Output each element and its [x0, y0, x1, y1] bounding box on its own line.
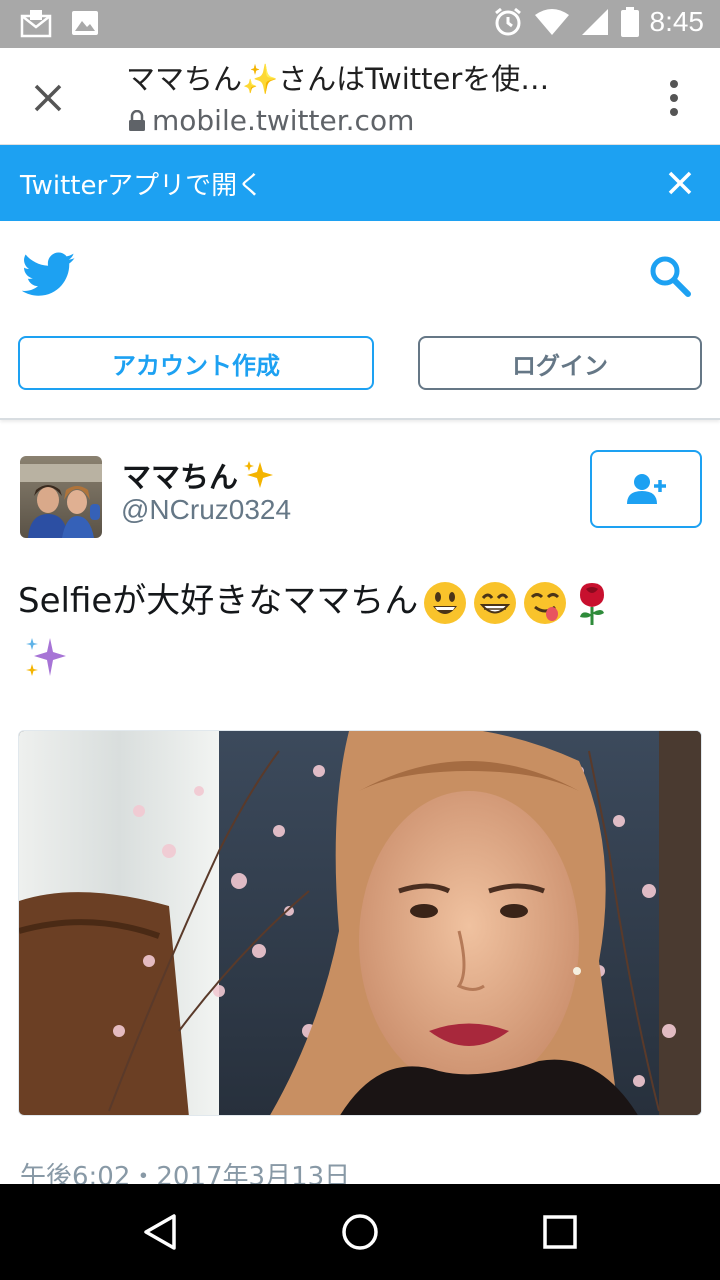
page-title: ママちん✨さんはTwitterを使…: [126, 62, 550, 96]
browser-toolbar: ママちん✨さんはTwitterを使… mobile.twitter.com: [0, 48, 720, 145]
twitter-bird-icon[interactable]: [22, 252, 76, 298]
alarm-icon: [494, 7, 521, 36]
add-user-icon: [627, 474, 666, 504]
tweet-photo[interactable]: [18, 730, 702, 1116]
more-menu-icon[interactable]: [668, 78, 680, 118]
follow-button[interactable]: [590, 450, 702, 528]
signup-button[interactable]: アカウント作成: [18, 336, 374, 390]
system-nav-bar: [0, 1184, 720, 1280]
tweet-text: Selfieが大好きなママちん: [18, 574, 708, 682]
sparkles-emoji-icon: [26, 637, 66, 676]
twitter-header: アカウント作成 ログイン: [0, 222, 720, 420]
rose-emoji-icon: [580, 582, 605, 625]
notification-mail-icon: [20, 10, 52, 38]
cell-signal-icon: [581, 9, 608, 35]
url-text: mobile.twitter.com: [152, 104, 415, 137]
status-time: 8:45: [649, 6, 705, 37]
sparkles-icon: [244, 461, 274, 488]
wifi-icon: [534, 9, 569, 35]
grinning-face-emoji-icon: [424, 581, 467, 624]
recents-icon[interactable]: [542, 1214, 578, 1250]
avatar[interactable]: [20, 456, 102, 538]
back-icon[interactable]: [140, 1212, 180, 1252]
login-button[interactable]: ログイン: [418, 336, 702, 390]
tweet-author-handle[interactable]: @NCruz0324: [121, 494, 291, 526]
page-url[interactable]: mobile.twitter.com: [128, 104, 414, 137]
open-app-banner[interactable]: Twitterアプリで開く: [0, 145, 720, 221]
banner-close-icon[interactable]: [662, 165, 698, 201]
gallery-icon: [72, 11, 98, 35]
open-app-text[interactable]: Twitterアプリで開く: [20, 165, 263, 202]
display-name-text: ママちん: [122, 460, 239, 494]
beaming-face-emoji-icon: [474, 581, 517, 624]
home-icon[interactable]: [340, 1212, 380, 1252]
status-bar: 8:45: [0, 0, 720, 48]
battery-icon: [620, 7, 639, 37]
lock-icon: [129, 109, 145, 131]
tweet-author-name[interactable]: ママちん: [122, 454, 276, 496]
search-icon[interactable]: [648, 254, 692, 298]
tweet-text-content: Selfieが大好きなママちん: [18, 581, 419, 621]
close-tab-icon[interactable]: [26, 76, 70, 120]
savoring-food-emoji-icon: [524, 581, 567, 624]
